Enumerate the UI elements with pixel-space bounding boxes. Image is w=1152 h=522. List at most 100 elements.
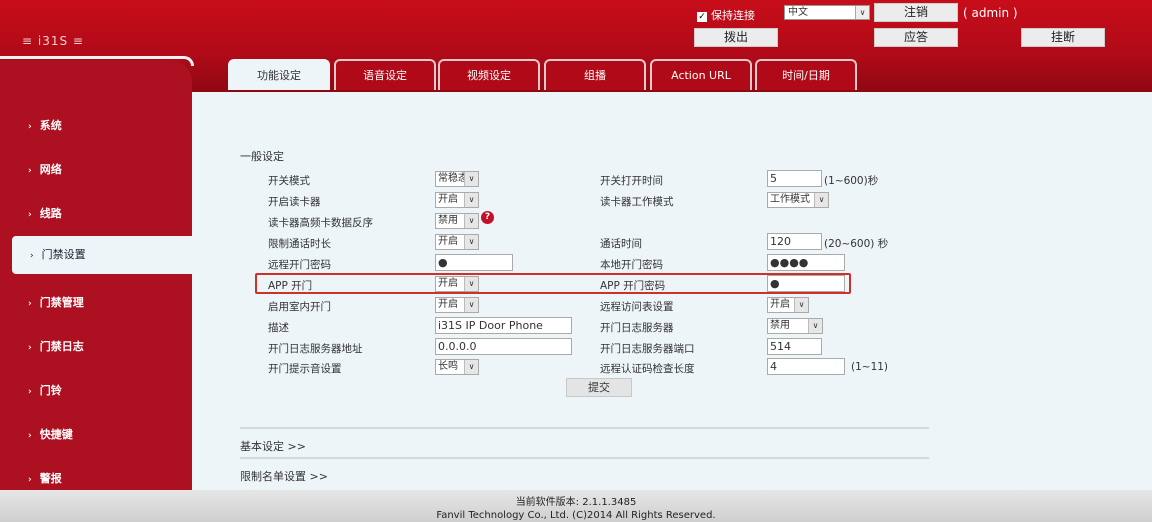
field-input[interactable]: ●●●●	[767, 254, 845, 271]
field-input[interactable]: 0.0.0.0	[435, 338, 572, 355]
unit-label: (20~600) 秒	[824, 238, 889, 250]
field-label: 开门日志服务器地址	[268, 343, 363, 355]
field-select[interactable]: 开启 ∨	[435, 297, 479, 313]
field-label: 描述	[268, 322, 289, 334]
divider	[240, 427, 929, 429]
field-label: 开门提示音设置	[268, 363, 342, 375]
chevron-right-icon: ›	[30, 251, 34, 261]
sidebar-item-1[interactable]: › 网络	[28, 161, 62, 177]
select-value: 开启	[438, 299, 458, 310]
sidebar-item-label: 网络	[39, 163, 62, 176]
unit-label: (1~600)秒	[824, 175, 879, 187]
field-input[interactable]: 5	[767, 170, 822, 187]
language-value: 中文	[788, 7, 808, 18]
checkbox-icon[interactable]: ✓	[697, 12, 707, 22]
field-label: 开关模式	[268, 175, 310, 187]
sidebar-item-label: 门禁管理	[39, 296, 84, 309]
tab-5[interactable]: 时间/日期	[755, 59, 857, 90]
sidebar-item-label: 快捷键	[39, 428, 73, 441]
copyright: Fanvil Technology Co., Ltd. (C)2014 All …	[436, 510, 716, 521]
basic-settings-link[interactable]: 基本设定 >>	[240, 438, 306, 454]
tab-3[interactable]: 组播	[544, 59, 646, 90]
select-value: 禁用	[770, 320, 790, 331]
logo: ≡ i31S ≡	[22, 34, 84, 48]
field-input[interactable]: 4	[767, 358, 845, 375]
chevron-down-icon: ∨	[464, 235, 478, 249]
unit-label: (1~11)	[851, 361, 889, 373]
field-select[interactable]: 常稳态 ∨	[435, 171, 479, 187]
sidebar-item-5[interactable]: › 门禁日志	[28, 338, 84, 354]
select-value: 工作模式	[770, 194, 810, 205]
sidebar-item-label: 线路	[39, 207, 62, 220]
chevron-down-icon: ∨	[464, 193, 478, 207]
chevron-down-icon: ∨	[808, 319, 822, 333]
field-label: 开关打开时间	[600, 175, 663, 187]
keep-online-label: 保持连接	[711, 9, 755, 22]
tab-0[interactable]: 功能设定	[228, 59, 330, 90]
tab-4[interactable]: Action URL	[650, 59, 752, 90]
field-label: 读卡器高频卡数据反序	[268, 217, 373, 229]
help-icon[interactable]: ?	[481, 211, 494, 224]
field-input[interactable]: 120	[767, 233, 822, 250]
answer-button[interactable]: 应答	[874, 28, 958, 47]
chevron-right-icon: ›	[28, 387, 32, 397]
field-select[interactable]: 工作模式 ∨	[767, 192, 829, 208]
field-select[interactable]: 开启 ∨	[435, 234, 479, 250]
sidebar-item-label: 门禁设置	[41, 248, 86, 261]
select-value: 开启	[438, 236, 458, 247]
field-input[interactable]: i31S IP Door Phone	[435, 317, 572, 334]
field-label: 启用室内开门	[268, 301, 331, 313]
field-select[interactable]: 长鸣 ∨	[435, 359, 479, 375]
keep-online-checkbox[interactable]: ✓ 保持连接	[697, 7, 755, 23]
field-input[interactable]: 514	[767, 338, 822, 355]
footer: 当前软件版本: 2.1.1.3485 Fanvil Technology Co.…	[0, 490, 1152, 522]
sidebar-item-4[interactable]: › 门禁管理	[28, 294, 84, 310]
submit-button[interactable]: 提交	[566, 378, 632, 397]
field-label: 限制通话时长	[268, 238, 331, 250]
field-label: 读卡器工作模式	[600, 196, 674, 208]
sidebar-item-7[interactable]: › 快捷键	[28, 426, 73, 442]
chevron-down-icon: ∨	[464, 214, 478, 228]
sidebar-item-2[interactable]: › 线路	[28, 205, 62, 221]
select-value: 禁用	[438, 215, 458, 226]
field-label: 远程访问表设置	[600, 301, 674, 313]
chevron-down-icon: ∨	[855, 6, 869, 19]
divider	[240, 457, 929, 459]
field-label: 远程开门密码	[268, 259, 331, 271]
chevron-right-icon: ›	[28, 210, 32, 220]
select-value: 长鸣	[438, 361, 458, 372]
sidebar-item-3[interactable]: › 门禁设置	[12, 236, 192, 274]
language-select[interactable]: 中文 ∨	[784, 5, 870, 20]
chevron-down-icon: ∨	[794, 298, 808, 312]
logout-button[interactable]: 注销	[874, 3, 958, 22]
chevron-down-icon: ∨	[464, 360, 478, 374]
chevron-right-icon: ›	[28, 431, 32, 441]
chevron-right-icon: ›	[28, 475, 32, 485]
field-label: 远程认证码检查长度	[600, 363, 695, 375]
chevron-down-icon: ∨	[464, 298, 478, 312]
field-select[interactable]: 开启 ∨	[767, 297, 809, 313]
restrict-list-link[interactable]: 限制名单设置 >>	[240, 468, 328, 484]
dial-out-button[interactable]: 拨出	[694, 28, 778, 47]
chevron-down-icon: ∨	[464, 172, 478, 186]
sidebar-item-8[interactable]: › 警报	[28, 470, 62, 486]
sidebar-item-label: 警报	[39, 472, 62, 485]
sidebar-item-label: 门禁日志	[39, 340, 84, 353]
chevron-right-icon: ›	[28, 122, 32, 132]
field-select[interactable]: 开启 ∨	[435, 192, 479, 208]
field-select[interactable]: 禁用 ∨	[767, 318, 823, 334]
sidebar-edge	[0, 56, 194, 66]
section-title: 一般设定	[240, 150, 284, 163]
chevron-right-icon: ›	[28, 299, 32, 309]
tab-1[interactable]: 语音设定	[334, 59, 436, 90]
field-input[interactable]: ●	[435, 254, 513, 271]
select-value: 开启	[770, 299, 790, 310]
sidebar-item-0[interactable]: › 系统	[28, 117, 62, 133]
sidebar-item-6[interactable]: › 门铃	[28, 382, 62, 398]
chevron-right-icon: ›	[28, 343, 32, 353]
tab-2[interactable]: 视频设定	[438, 59, 540, 90]
field-label: 开门日志服务器端口	[600, 343, 695, 355]
field-label: 通话时间	[600, 238, 642, 250]
field-select[interactable]: 禁用 ∨	[435, 213, 479, 229]
hangup-button[interactable]: 挂断	[1021, 28, 1105, 47]
